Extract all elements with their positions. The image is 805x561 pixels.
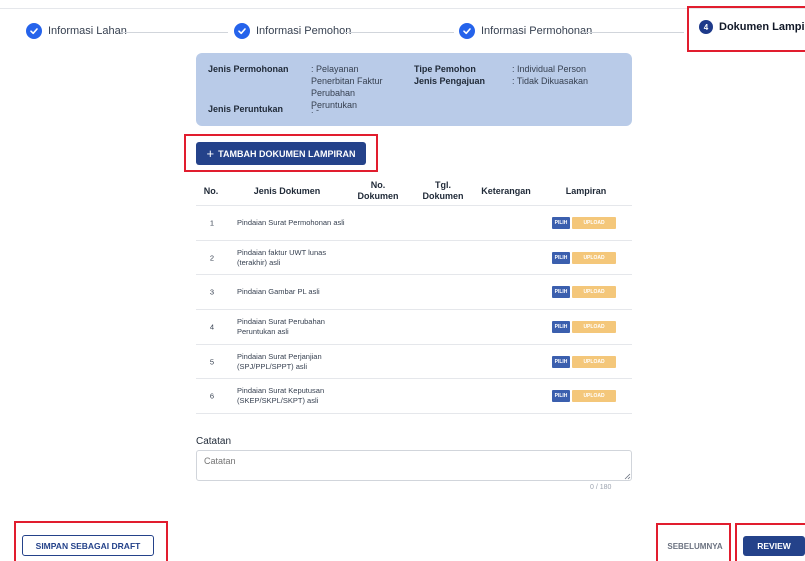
jenis-dokumen-cell: Pindaian Surat Permohonan asli	[237, 217, 345, 227]
catatan-label: Catatan	[196, 436, 232, 447]
pilih-button[interactable]: PILIH	[552, 320, 570, 333]
check-icon	[459, 23, 475, 39]
table-row: 5 Pindaian Surat Perjanjian (SPJ/PPL/SPPT…	[196, 345, 632, 380]
pilih-button[interactable]: PILIH	[552, 286, 570, 299]
pilih-button[interactable]: PILIH	[552, 355, 570, 368]
tipe-pemohon-value: : Individual Person	[512, 64, 587, 74]
col-tgl-dokumen: Tgl. Dokumen	[422, 180, 464, 201]
table-body: 1 Pindaian Surat Permohonan asli PILIH UPLO…	[196, 206, 632, 415]
plus-icon: +	[206, 146, 215, 161]
row-number: 6	[209, 391, 215, 401]
upload-button[interactable]: UPLOAD	[572, 320, 616, 333]
col-lampiran: Lampiran	[565, 186, 607, 196]
jenis-pengajuan-value: : Tidak Dikuasakan	[512, 76, 589, 86]
tambah-dokumen-label: TAMBAH DOKUMEN LAMPIRAN	[218, 148, 356, 159]
upload-button[interactable]: UPLOAD	[572, 286, 616, 299]
upload-button[interactable]: UPLOAD	[572, 216, 616, 229]
step-informasi-pemohon[interactable]: Informasi Pemohon	[234, 23, 351, 39]
permohonan-summary-card: Jenis Permohonan : Pelayanan Penerbitan …	[196, 53, 632, 126]
upload-button[interactable]: UPLOAD	[572, 390, 616, 403]
col-no: No.	[203, 186, 219, 196]
tipe-pemohon-label: Tipe Pemohon	[414, 64, 476, 74]
step-connector	[584, 32, 684, 33]
check-icon	[26, 23, 42, 39]
table-header: No. Jenis Dokumen No. Dokumen Tgl. Dokum…	[196, 176, 632, 206]
catatan-field[interactable]	[196, 450, 632, 481]
table-row: 6 Pindaian Surat Keputusan (SKEP/SKPL/SKP…	[196, 379, 632, 415]
step-informasi-lahan[interactable]: Informasi Lahan	[26, 23, 127, 39]
table-row: 3 Pindaian Gambar PL asli PILIH UPLOAD	[196, 275, 632, 311]
step-number-badge: 4	[699, 20, 713, 34]
jenis-peruntukan-label: Jenis Peruntukan	[208, 104, 284, 114]
simpan-draft-button[interactable]: SIMPAN SEBAGAI DRAFT	[22, 535, 154, 556]
table-row: 2 Pindaian faktur UWT lunas (terakhir) as…	[196, 241, 632, 276]
dokumen-table: No. Jenis Dokumen No. Dokumen Tgl. Dokum…	[196, 176, 632, 415]
upload-button[interactable]: UPLOAD	[572, 251, 616, 264]
jenis-permohonan-label: Jenis Permohonan	[208, 64, 289, 74]
page: Informasi Lahan Informasi Pemohon Inform…	[0, 0, 805, 561]
jenis-dokumen-cell: Pindaian Gambar PL asli	[237, 287, 320, 297]
resize-handle-icon[interactable]	[624, 473, 631, 480]
step-label: Dokumen Lampiran	[719, 21, 805, 33]
review-button[interactable]: REVIEW	[743, 536, 805, 556]
jenis-dokumen-cell: Pindaian faktur UWT lunas (terakhir) asl…	[237, 247, 327, 267]
pilih-button[interactable]: PILIH	[552, 216, 570, 229]
jenis-dokumen-cell: Pindaian Surat Perjanjian (SPJ/PPL/SPPT)…	[237, 351, 322, 371]
step-connector	[120, 32, 228, 33]
char-counter: 0 / 180	[590, 484, 612, 491]
jenis-pengajuan-label: Jenis Pengajuan	[414, 76, 486, 86]
row-number: 1	[209, 218, 215, 228]
jenis-peruntukan-value: : -	[311, 105, 319, 115]
jenis-dokumen-cell: Pindaian Surat Keputusan (SKEP/SKPL/SKPT…	[237, 386, 325, 406]
upload-button[interactable]: UPLOAD	[572, 355, 616, 368]
jenis-dokumen-cell: Pindaian Surat Perubahan Peruntukan asli	[237, 316, 325, 336]
row-number: 2	[209, 253, 215, 263]
table-row: 4 Pindaian Surat Perubahan Peruntukan asl…	[196, 310, 632, 345]
step-dokumen-lampiran[interactable]: 4 Dokumen Lampiran	[699, 20, 805, 34]
step-label: Informasi Pemohon	[256, 25, 352, 37]
col-jenis-dokumen: Jenis Dokumen	[253, 186, 321, 196]
pilih-button[interactable]: PILIH	[552, 390, 570, 403]
jenis-permohonan-value: : Pelayanan Penerbitan Faktur Perubahan …	[311, 64, 383, 110]
pilih-button[interactable]: PILIH	[552, 251, 570, 264]
col-keterangan: Keterangan	[481, 186, 531, 196]
step-informasi-permohonan[interactable]: Informasi Permohonan	[459, 23, 592, 39]
sebelumnya-button[interactable]: SEBELUMNYA	[664, 536, 726, 556]
step-label: Informasi Permohonan	[481, 25, 593, 37]
row-number: 5	[209, 357, 215, 367]
row-number: 3	[209, 287, 215, 297]
stepper: Informasi Lahan Informasi Pemohon Inform…	[0, 8, 805, 54]
tambah-dokumen-button[interactable]: + TAMBAH DOKUMEN LAMPIRAN	[196, 142, 366, 165]
step-label: Informasi Lahan	[48, 25, 127, 37]
row-number: 4	[209, 322, 215, 332]
check-icon	[234, 23, 250, 39]
col-no-dokumen: No. Dokumen	[357, 180, 399, 201]
table-row: 1 Pindaian Surat Permohonan asli PILIH UPLO…	[196, 206, 632, 241]
step-connector	[344, 32, 454, 33]
